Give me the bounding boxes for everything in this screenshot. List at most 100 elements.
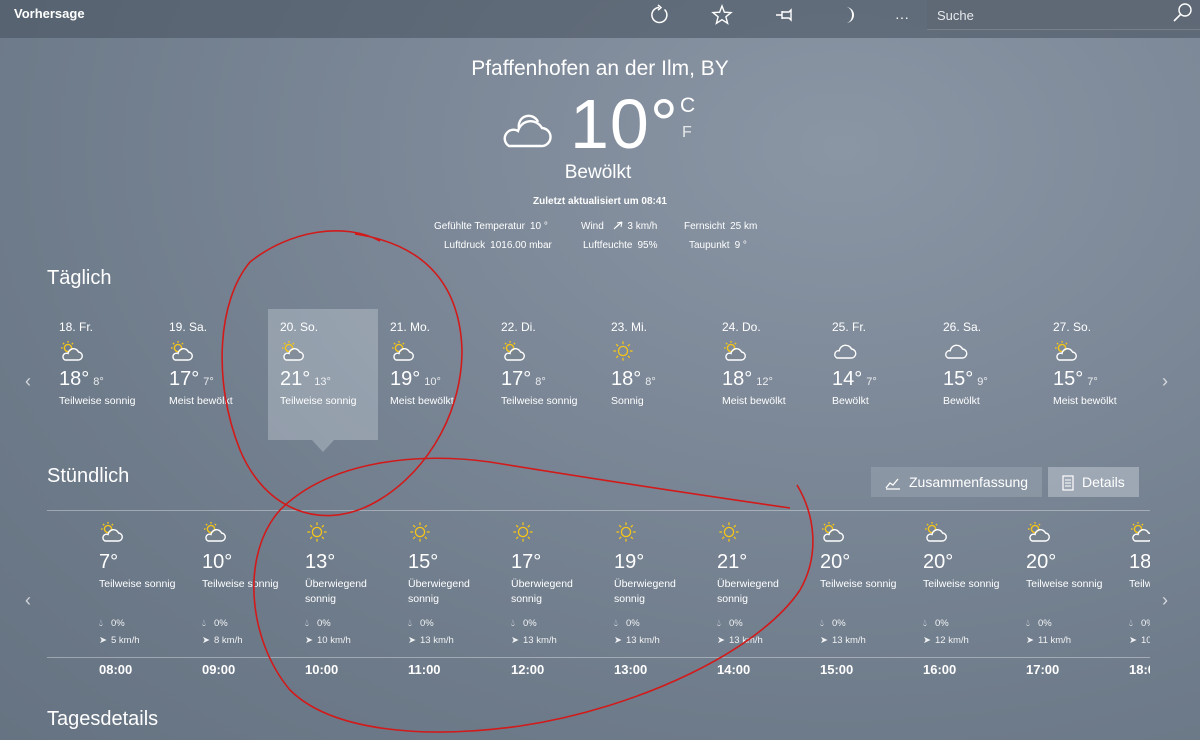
hour-precip: 0% bbox=[1038, 618, 1052, 629]
hour-column[interactable]: 20° Teilweise sonnig 💧︎ 0% ➤ 13 km/h 15:00 bbox=[768, 511, 896, 681]
day-low: 8° bbox=[93, 376, 104, 388]
partly-sunny-icon bbox=[99, 521, 125, 543]
day-condition: Bewölkt bbox=[943, 395, 980, 407]
hour-precip: 0% bbox=[1141, 618, 1150, 629]
humidity-value: 95% bbox=[637, 240, 658, 251]
day-tile[interactable]: 21. Mo. 19° 10° Meist bewölkt bbox=[378, 309, 488, 440]
hour-wind: 13 km/h bbox=[729, 635, 763, 646]
day-tile[interactable]: 18. Fr. 18° 8° Teilweise sonnig bbox=[47, 309, 157, 440]
day-tile[interactable]: 22. Di. 17° 8° Teilweise sonnig bbox=[489, 309, 599, 440]
hour-column[interactable]: 7° Teilweise sonnig 💧︎ 0% ➤ 5 km/h 08:00 bbox=[47, 511, 175, 681]
search-input[interactable] bbox=[927, 0, 1167, 30]
refresh-icon[interactable] bbox=[646, 4, 672, 30]
day-tile[interactable]: 25. Fr. 14° 7° Bewölkt bbox=[820, 309, 930, 440]
hour-wind: 5 km/h bbox=[111, 635, 140, 646]
day-tile[interactable]: 23. Mi. 18° 8° Sonnig bbox=[599, 309, 709, 440]
day-high: 19° bbox=[390, 368, 421, 390]
more-options-button[interactable]: ··· bbox=[889, 4, 915, 30]
hour-column[interactable]: 20° Teilweise sonnig 💧︎ 0% ➤ 12 km/h 16:00 bbox=[871, 511, 999, 681]
hour-wind: 13 km/h bbox=[523, 635, 557, 646]
hour-temp: 19° bbox=[614, 551, 645, 573]
wind-label: Wind bbox=[581, 221, 604, 232]
hour-column[interactable]: 15° Überwiegend sonnig 💧︎ 0% ➤ 13 km/h 11:… bbox=[356, 511, 470, 681]
hour-wind: 13 km/h bbox=[626, 635, 660, 646]
hour-precip: 0% bbox=[317, 618, 331, 629]
hour-column[interactable]: 20° Teilweise sonnig 💧︎ 0% ➤ 11 km/h 17:00 bbox=[974, 511, 1102, 681]
details-row-2c: Taupunkt 9 ° bbox=[689, 240, 747, 259]
day-date: 24. Do. bbox=[722, 320, 761, 334]
details-label: Details bbox=[1082, 474, 1125, 490]
raindrop-icon: 💧︎ bbox=[820, 618, 824, 629]
raindrop-icon: 💧︎ bbox=[305, 618, 309, 629]
pin-icon[interactable] bbox=[772, 4, 798, 30]
day-low: 12° bbox=[756, 376, 773, 388]
sunny-icon bbox=[408, 521, 432, 543]
unit-celsius[interactable]: C bbox=[680, 94, 695, 118]
pressure-label: Luftdruck bbox=[444, 240, 486, 251]
hour-column[interactable]: 19° Überwiegend sonnig 💧︎ 0% ➤ 13 km/h 13:… bbox=[562, 511, 676, 681]
day-condition: Sonnig bbox=[611, 395, 644, 407]
star-icon[interactable] bbox=[709, 4, 735, 30]
hourly-next-arrow[interactable]: › bbox=[1162, 590, 1168, 611]
last-updated: Zuletzt aktualisiert um 08:41 bbox=[533, 196, 667, 207]
hour-column[interactable]: 21° Überwiegend sonnig 💧︎ 0% ➤ 13 km/h 14:… bbox=[665, 511, 779, 681]
hour-time: 08:00 bbox=[99, 662, 133, 677]
day-low: 13° bbox=[314, 376, 331, 388]
sunny-icon bbox=[611, 340, 635, 362]
hour-temp: 21° bbox=[717, 551, 748, 573]
raindrop-icon: 💧︎ bbox=[614, 618, 618, 629]
day-condition: Meist bewölkt bbox=[390, 395, 454, 407]
day-low: 7° bbox=[203, 376, 214, 388]
pressure-value: 1016.00 mbar bbox=[490, 240, 552, 251]
hour-time: 17:00 bbox=[1026, 662, 1060, 677]
hour-temp: 20° bbox=[1026, 551, 1057, 573]
wind-arrow-icon: ➤ bbox=[1129, 635, 1137, 646]
wind-arrow-icon: ➤ bbox=[820, 635, 828, 646]
hour-column[interactable]: 10° Teilweise sonnig 💧︎ 0% ➤ 8 km/h 09:00 bbox=[150, 511, 278, 681]
hour-wind: 13 km/h bbox=[420, 635, 454, 646]
feels-like-label: Gefühlte Temperatur bbox=[434, 221, 525, 232]
wind-arrow-icon: ➤ bbox=[202, 635, 210, 646]
hour-column[interactable]: 17° Überwiegend sonnig 💧︎ 0% ➤ 13 km/h 12:… bbox=[459, 511, 573, 681]
day-tile[interactable]: 26. Sa. 15° 9° Bewölkt bbox=[931, 309, 1041, 440]
partly-sunny-icon bbox=[1026, 521, 1052, 543]
search-box[interactable] bbox=[927, 0, 1200, 30]
day-low: 8° bbox=[535, 376, 546, 388]
day-tile-selected[interactable]: 20. So. 21° 13° Teilweise sonnig bbox=[268, 309, 378, 440]
day-high: 18° bbox=[611, 368, 642, 390]
hour-column[interactable]: 18° Teilweise sonnig 💧︎ 0% ➤ 10 km/h 18:00 bbox=[1077, 511, 1150, 681]
day-condition: Teilweise sonnig bbox=[59, 395, 136, 407]
day-date: 19. Sa. bbox=[169, 320, 208, 334]
hour-time: 13:00 bbox=[614, 662, 648, 677]
hour-wind: 13 km/h bbox=[832, 635, 866, 646]
sunny-icon bbox=[305, 521, 329, 543]
wind-arrow-icon: ➤ bbox=[305, 635, 313, 646]
hourly-section-title: Stündlich bbox=[47, 465, 130, 487]
day-low: 7° bbox=[866, 376, 877, 388]
wind-arrow-icon: ➤ bbox=[923, 635, 931, 646]
details-col-3: Fernsicht 25 km bbox=[684, 221, 757, 240]
hourly-prev-arrow[interactable]: ‹ bbox=[25, 590, 31, 611]
daily-next-arrow[interactable]: › bbox=[1162, 371, 1168, 392]
details-row-2b: Luftfeuchte 95% bbox=[583, 240, 658, 259]
day-low: 10° bbox=[424, 376, 441, 388]
wind-value: 3 km/h bbox=[627, 221, 658, 232]
hour-precip: 0% bbox=[214, 618, 228, 629]
hour-wind: 11 km/h bbox=[1038, 635, 1072, 646]
moon-icon[interactable] bbox=[835, 4, 861, 30]
partly-sunny-icon bbox=[1129, 521, 1150, 543]
partly-sunny-icon bbox=[923, 521, 949, 543]
day-tile[interactable]: 27. So. 15° 7° Meist bewölkt bbox=[1041, 309, 1151, 440]
raindrop-icon: 💧︎ bbox=[202, 618, 206, 629]
hour-column[interactable]: 13° Überwiegend sonnig 💧︎ 0% ➤ 10 km/h 10:… bbox=[253, 511, 367, 681]
search-icon[interactable] bbox=[1172, 2, 1194, 24]
day-tile[interactable]: 19. Sa. 17° 7° Meist bewölkt bbox=[157, 309, 267, 440]
unit-fahrenheit[interactable]: F bbox=[682, 124, 692, 142]
summary-button[interactable]: Zusammenfassung bbox=[871, 467, 1043, 497]
details-button[interactable]: Details bbox=[1048, 467, 1139, 497]
day-tile[interactable]: 24. Do. 18° 12° Meist bewölkt bbox=[710, 309, 820, 440]
daily-prev-arrow[interactable]: ‹ bbox=[25, 371, 31, 392]
list-icon bbox=[1062, 475, 1074, 491]
wind-arrow-icon: ➤ bbox=[511, 635, 519, 646]
hour-wind: 10 km/h bbox=[317, 635, 351, 646]
